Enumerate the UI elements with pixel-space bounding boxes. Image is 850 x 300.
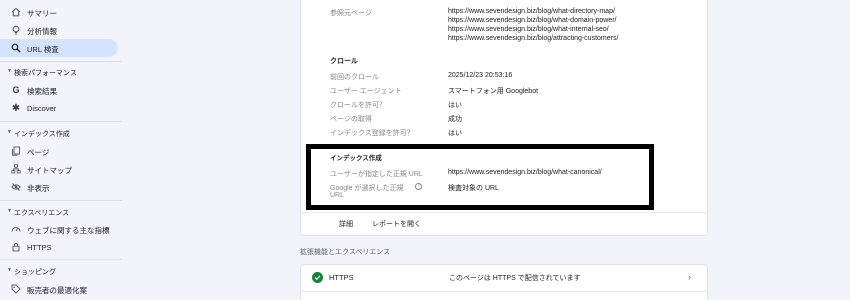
referring-page-url: https://www.sevendesign.biz/blog/attract… — [448, 35, 619, 42]
indexing-highlight-box — [306, 144, 654, 210]
referring-page-url: https://www.sevendesign.biz/blog/what-in… — [448, 26, 609, 33]
sidebar-item-sitemaps[interactable]: サイトマップ — [0, 160, 118, 178]
tag-icon — [11, 284, 21, 294]
sidebar: サマリー 分析情報 URL 検査 ▼ 検索パフォーマンス G 検索結果 ✱ Di… — [0, 0, 122, 300]
pages-icon — [11, 146, 21, 156]
sidebar-item-label: HTTPS — [27, 243, 52, 252]
search-icon — [11, 43, 21, 53]
sidebar-item-discover[interactable]: ✱ Discover — [0, 99, 118, 117]
home-icon — [11, 7, 21, 17]
open-report-button[interactable]: レポートを開く — [372, 219, 421, 229]
indexing-allowed-label: インデックス登録を許可？ — [330, 130, 414, 137]
sidebar-item-label: URL 検査 — [27, 45, 59, 54]
collapse-triangle-icon: ▼ — [7, 267, 12, 273]
page-fetch-label: ページの取得 — [330, 116, 372, 123]
sidebar-section-search-performance[interactable]: ▼ 検索パフォーマンス — [0, 65, 118, 79]
sidebar-divider — [0, 200, 122, 201]
sidebar-item-label: Discover — [27, 104, 57, 113]
sidebar-section-shopping[interactable]: ▼ ショッピング — [0, 264, 118, 278]
indexing-allowed-value: はい — [448, 130, 462, 137]
https-enhancement-name: HTTPS — [329, 273, 354, 282]
sidebar-item-label: 検索結果 — [27, 87, 57, 96]
sidebar-divider — [0, 61, 122, 62]
sidebar-item-summary[interactable]: サマリー — [0, 3, 118, 21]
google-g-icon: G — [12, 85, 20, 95]
collapse-triangle-icon: ▼ — [7, 129, 12, 135]
sidebar-item-label: 非表示 — [27, 184, 50, 193]
sitemap-icon — [11, 164, 21, 174]
sidebar-item-label: サマリー — [27, 9, 57, 18]
sidebar-section-experience[interactable]: ▼ エクスペリエンス — [0, 205, 118, 219]
crawl-last-crawl-value: 2025/12/23 20:53:16 — [448, 72, 513, 79]
gauge-icon — [11, 224, 21, 234]
card-divider — [300, 212, 708, 213]
check-circle-icon — [312, 272, 323, 283]
sidebar-section-indexing[interactable]: ▼ インデックス作成 — [0, 126, 118, 140]
referring-page-url: https://www.sevendesign.biz/blog/what-do… — [448, 17, 617, 24]
sidebar-divider — [0, 259, 122, 260]
referring-page-url: https://www.sevendesign.biz/blog/what-di… — [448, 8, 615, 15]
sidebar-item-search-results[interactable]: G 検索結果 — [0, 81, 118, 99]
crawl-section-title: クロール — [330, 58, 358, 65]
page-fetch-value: 成功 — [448, 116, 462, 123]
lightbulb-icon — [11, 25, 21, 35]
sidebar-item-label: サイトマップ — [27, 166, 72, 175]
eye-off-icon — [11, 182, 21, 192]
chevron-right-icon[interactable]: › — [688, 272, 691, 282]
sidebar-item-label: 販売者の最適化案 — [27, 286, 87, 295]
lock-icon — [11, 242, 21, 252]
https-enhancement-status: このページは HTTPS で配信されています — [449, 275, 581, 282]
sidebar-item-removals[interactable]: 非表示 — [0, 178, 118, 196]
sidebar-item-insights[interactable]: 分析情報 — [0, 21, 118, 39]
crawl-allowed-value: はい — [448, 102, 462, 109]
sidebar-item-https[interactable]: HTTPS — [0, 238, 118, 256]
collapse-triangle-icon: ▼ — [7, 68, 12, 74]
sidebar-item-core-web-vitals[interactable]: ウェブに関する主な指標 — [0, 220, 118, 238]
sidebar-divider — [0, 121, 122, 122]
crawl-allowed-label: クロールを許可？ — [330, 102, 386, 109]
sidebar-item-merchant-opportunities[interactable]: 販売者の最適化案 — [0, 280, 118, 298]
sidebar-item-label: 分析情報 — [27, 27, 57, 36]
enhancements-section-title: 拡張機能とエクスペリエンス — [300, 249, 391, 256]
collapse-triangle-icon: ▼ — [7, 208, 12, 214]
crawl-user-agent-label: ユーザー エージェント — [330, 88, 402, 95]
crawl-last-crawl-label: 前回のクロール — [330, 74, 379, 81]
referring-pages-label: 参照元ページ — [330, 10, 372, 17]
sidebar-item-pages[interactable]: ページ — [0, 142, 118, 160]
details-button[interactable]: 詳細 — [339, 219, 353, 229]
asterisk-icon: ✱ — [11, 102, 21, 114]
crawl-user-agent-value: スマートフォン用 Googlebot — [448, 88, 539, 95]
sidebar-item-label: ウェブに関する主な指標 — [27, 226, 110, 235]
enhancement-row-divider — [300, 291, 708, 292]
sidebar-item-url-inspection[interactable]: URL 検査 — [0, 39, 118, 57]
sidebar-item-label: ページ — [27, 148, 50, 157]
